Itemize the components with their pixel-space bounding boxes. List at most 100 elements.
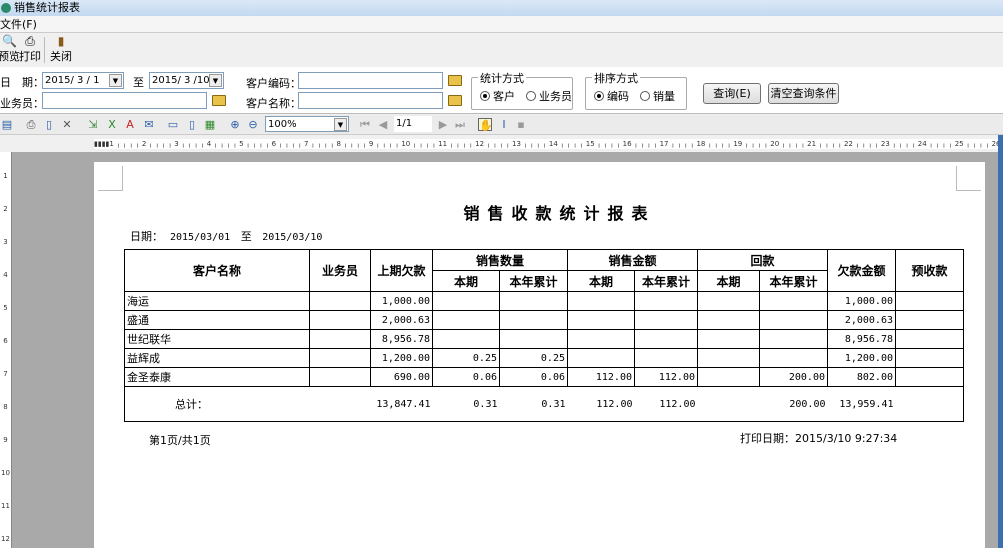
- value-cell: [309, 348, 371, 368]
- close-button[interactable]: ▮ 关闭: [50, 35, 72, 64]
- total-cell: 200.00: [759, 386, 828, 422]
- print-button[interactable]: ⎙ 打印: [19, 35, 41, 64]
- total-row: 总计： 13,847.41 0.31 0.31 112.00 112.00 200.00 13…: [124, 386, 964, 422]
- value-cell: 200.00: [759, 367, 828, 387]
- value-cell: [759, 291, 828, 311]
- table-row: 金圣泰康 690.00 0.06 0.06 112.00 112.00 200.00 802.…: [124, 367, 964, 387]
- clear-query-button[interactable]: 清空查询条件: [768, 83, 839, 104]
- folder-open-icon[interactable]: [448, 95, 462, 106]
- vertical-ruler: 1 2 3 4 5 6 7 8 9 10 11 12: [0, 152, 12, 548]
- menu-file[interactable]: 文件(F): [0, 18, 37, 31]
- zoom-select[interactable]: 100% ▼: [265, 116, 349, 132]
- prev-page-icon[interactable]: ◀: [376, 118, 390, 131]
- table-row: 益辉成 1,200.00 0.25 0.25 1,200.00: [124, 348, 964, 368]
- title-bar: 销售统计报表: [0, 0, 1003, 16]
- date-from-picker[interactable]: 2015/ 3 / 1 ▼: [42, 72, 124, 89]
- col-qty: 销售数量: [432, 249, 568, 271]
- pdf-icon[interactable]: A: [123, 118, 137, 131]
- window-title: 销售统计报表: [14, 1, 80, 14]
- first-page-icon[interactable]: ⏮: [358, 118, 372, 131]
- scrollbar[interactable]: [998, 135, 1003, 548]
- page-number-input[interactable]: 1/1: [394, 116, 432, 132]
- report-table: 客户名称 业务员 上期欠款 销售数量 销售金额 回款 欠款金额 预收款 本期 本年…: [124, 249, 964, 422]
- report-title: 销售收款统计报表: [463, 204, 656, 223]
- excel-icon[interactable]: X: [105, 118, 119, 131]
- value-cell: [634, 310, 698, 330]
- total-cell: [895, 386, 964, 422]
- customer-code-input[interactable]: [298, 72, 443, 89]
- value-cell: 802.00: [827, 367, 896, 387]
- col-amount: 销售金额: [567, 249, 698, 271]
- value-cell: [309, 291, 371, 311]
- value-cell: 8,956.78: [827, 329, 896, 349]
- col-prev-debt: 上期欠款: [370, 249, 433, 292]
- value-cell: [499, 291, 568, 311]
- col-salesman: 业务员: [309, 249, 371, 292]
- date-to-picker[interactable]: 2015/ 3 /10 ▼: [149, 72, 224, 89]
- radio-stat-salesman[interactable]: 业务员: [526, 88, 572, 104]
- value-cell: [634, 329, 698, 349]
- report-page: 销售收款统计报表 日期： 2015/03/01 至 2015/03/10 客户名…: [94, 162, 985, 548]
- book-icon[interactable]: ▯: [42, 118, 56, 131]
- table-row: 世纪联华 8,956.78 8,956.78: [124, 329, 964, 349]
- value-cell: [895, 291, 964, 311]
- value-cell: [895, 348, 964, 368]
- salesman-input[interactable]: [42, 92, 207, 109]
- value-cell: 0.06: [499, 367, 568, 387]
- value-cell: [309, 367, 371, 387]
- customer-name-input[interactable]: [298, 92, 443, 109]
- value-cell: [759, 348, 828, 368]
- value-cell: [697, 310, 760, 330]
- radio-stat-customer[interactable]: 客户: [480, 88, 515, 104]
- multi-page-icon[interactable]: ▦: [203, 118, 217, 131]
- hand-tool-icon[interactable]: ✋: [478, 118, 493, 132]
- chevron-down-icon[interactable]: ▼: [334, 118, 347, 131]
- value-cell: [895, 310, 964, 330]
- value-cell: 112.00: [567, 367, 635, 387]
- folder-open-icon[interactable]: [212, 95, 226, 106]
- preview-button[interactable]: 🔍 预览: [0, 35, 20, 64]
- report-toolbar: ▤ ⎙ ▯ ✕ ⇲ X A ✉ ▭ ▯ ▦ ⊕ ⊖ 100% ▼ ⏮ ◀ 1/1 …: [0, 115, 1003, 135]
- print-icon[interactable]: ⎙: [24, 118, 38, 131]
- col-prepaid: 预收款: [895, 249, 964, 292]
- col-payment: 回款: [697, 249, 828, 271]
- total-cell: 112.00: [634, 386, 698, 422]
- outline-icon[interactable]: ▤: [0, 118, 14, 131]
- value-cell: [432, 329, 500, 349]
- col-amount-ytd: 本年累计: [634, 270, 698, 292]
- chevron-down-icon[interactable]: ▼: [109, 74, 122, 87]
- value-cell: [895, 367, 964, 387]
- salesman-label: 业务员：: [0, 97, 44, 110]
- customer-name-cell: 益辉成: [124, 348, 310, 368]
- text-select-icon[interactable]: I: [497, 118, 511, 131]
- value-cell: [432, 310, 500, 330]
- query-button[interactable]: 查询(E): [703, 83, 761, 104]
- value-cell: [309, 329, 371, 349]
- exit-door-icon: ▮: [57, 34, 65, 48]
- value-cell: [567, 329, 635, 349]
- main-toolbar: 🔍 预览 ⎙ 打印 ▮ 关闭: [0, 33, 1003, 67]
- customer-name-cell: 盛通: [124, 310, 310, 330]
- copy-icon[interactable]: ▪: [514, 118, 528, 131]
- single-page-icon[interactable]: ▯: [185, 118, 199, 131]
- radio-sort-code[interactable]: 编码: [594, 88, 629, 104]
- zoom-out-icon[interactable]: ⊖: [246, 118, 260, 131]
- total-cell: 13,847.41: [370, 386, 433, 422]
- zoom-in-icon[interactable]: ⊕: [228, 118, 242, 131]
- radio-sort-sales[interactable]: 销量: [640, 88, 675, 104]
- total-cell: 0.31: [432, 386, 500, 422]
- last-page-icon[interactable]: ⏭: [453, 118, 467, 131]
- email-icon[interactable]: ✉: [142, 118, 156, 131]
- folder-open-icon[interactable]: [448, 75, 462, 86]
- export-icon[interactable]: ⇲: [86, 118, 100, 131]
- total-cell: [309, 386, 371, 422]
- report-date-range: 日期： 2015/03/01 至 2015/03/10: [130, 230, 323, 243]
- page-width-icon[interactable]: ▭: [166, 118, 180, 131]
- preview-icon: 🔍: [2, 34, 17, 48]
- filter-panel: 日 期： 2015/ 3 / 1 ▼ 至 2015/ 3 /10 ▼ 业务员： 客户…: [0, 67, 1003, 114]
- stat-method-group: 统计方式 客户 业务员: [471, 70, 573, 110]
- tools-icon[interactable]: ✕: [60, 118, 74, 131]
- customer-name-label: 客户名称：: [246, 97, 301, 110]
- next-page-icon[interactable]: ▶: [436, 118, 450, 131]
- chevron-down-icon[interactable]: ▼: [209, 74, 222, 87]
